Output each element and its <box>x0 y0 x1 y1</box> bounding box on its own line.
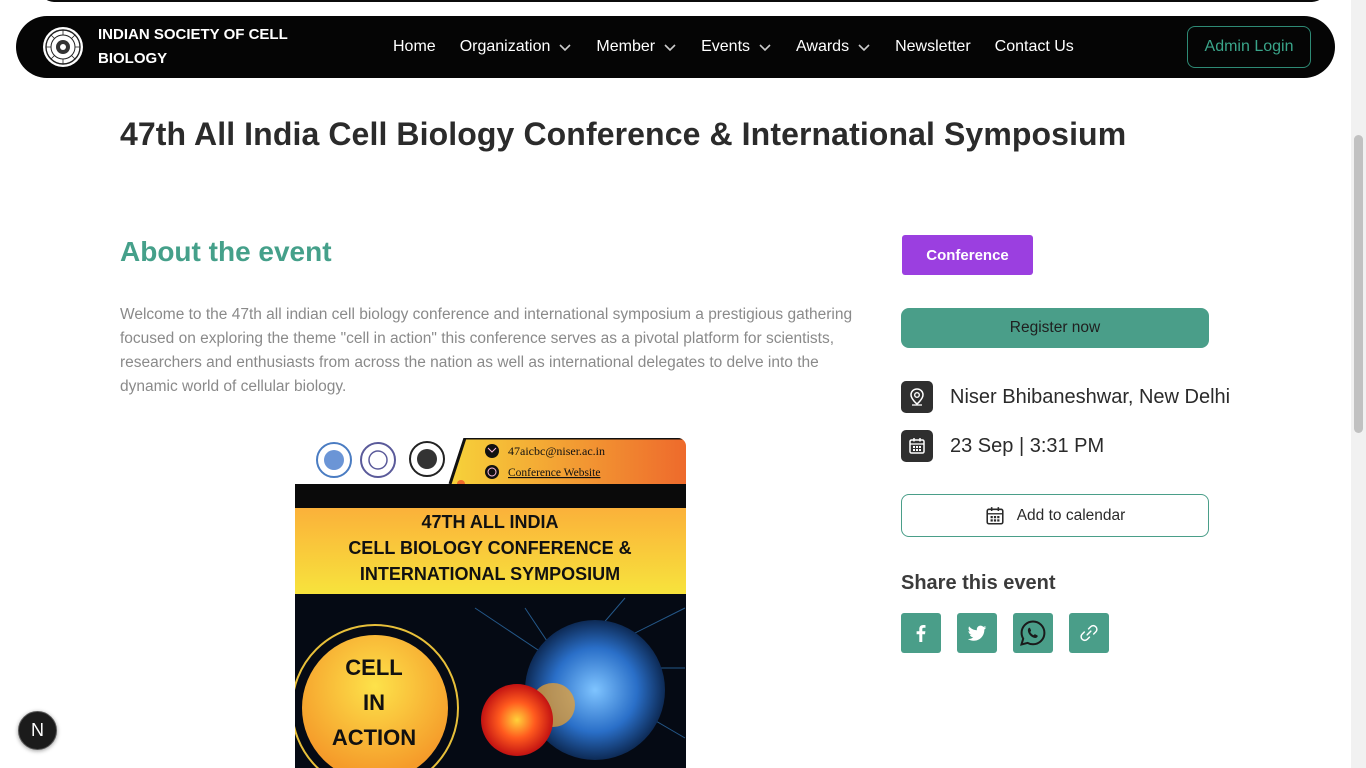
share-twitter-button[interactable] <box>957 613 997 653</box>
location-row: Niser Bhibaneshwar, New Delhi <box>901 381 1230 413</box>
poster-line1: 47TH ALL INDIA <box>421 512 558 532</box>
chevron-down-icon <box>759 44 771 52</box>
top-strip-decoration <box>40 0 1326 2</box>
main-nav: Home Organization Member Events Awards N… <box>393 16 1098 78</box>
datetime-row: 23 Sep | 3:31 PM <box>901 430 1104 462</box>
poster-website: Conference Website <box>508 467 600 479</box>
share-whatsapp-button[interactable] <box>1013 613 1053 653</box>
poster-theme-1: CELL <box>345 655 402 680</box>
event-description: Welcome to the 47th all indian cell biol… <box>120 306 853 395</box>
share-facebook-button[interactable] <box>901 613 941 653</box>
society-logo-icon <box>43 27 83 67</box>
nextjs-dev-badge[interactable]: N <box>18 711 57 750</box>
share-buttons <box>901 613 1125 653</box>
poster-theme-3: ACTION <box>332 725 416 750</box>
add-to-calendar-label: Add to calendar <box>1016 506 1126 524</box>
nav-home-label: Home <box>393 38 436 55</box>
event-poster: 47aicbc@niser.ac.in Conference Website 4… <box>295 438 686 768</box>
category-badge: Conference <box>902 235 1033 275</box>
chevron-down-icon <box>858 44 870 52</box>
link-icon <box>1080 624 1098 642</box>
share-heading: Share this event <box>901 572 1056 594</box>
chevron-down-icon <box>664 44 676 52</box>
poster-line3: INTERNATIONAL SYMPOSIUM <box>360 564 620 584</box>
nav-contact-us-label: Contact Us <box>994 38 1074 55</box>
nav-member[interactable]: Member <box>596 38 677 56</box>
event-location: Niser Bhibaneshwar, New Delhi <box>950 385 1231 408</box>
page-title: 47th All India Cell Biology Conference &… <box>120 116 1127 152</box>
nav-contact-us[interactable]: Contact Us <box>995 38 1074 56</box>
brand[interactable]: INDIAN SOCIETY OF CELL BIOLOGY <box>42 23 322 71</box>
calendar-icon <box>901 430 933 462</box>
nav-awards-label: Awards <box>796 38 850 55</box>
scrollbar-thumb[interactable] <box>1354 135 1363 433</box>
event-poster-graphic: 47aicbc@niser.ac.in Conference Website 4… <box>295 438 686 768</box>
nav-newsletter-label: Newsletter <box>895 38 971 55</box>
facebook-icon <box>916 625 926 642</box>
share-link-button[interactable] <box>1069 613 1109 653</box>
page-scrollbar[interactable] <box>1351 0 1366 768</box>
nav-organization[interactable]: Organization <box>460 38 573 56</box>
nav-newsletter[interactable]: Newsletter <box>895 38 971 56</box>
about-heading: About the event <box>120 236 332 267</box>
register-button[interactable]: Register now <box>901 308 1209 348</box>
nav-events-label: Events <box>701 38 751 55</box>
nav-organization-label: Organization <box>459 38 551 55</box>
nav-member-label: Member <box>596 38 656 55</box>
nav-awards[interactable]: Awards <box>796 38 871 56</box>
site-navbar: INDIAN SOCIETY OF CELL BIOLOGY Home Orga… <box>16 16 1335 78</box>
admin-login-button[interactable]: Admin Login <box>1187 26 1311 68</box>
poster-line2: CELL BIOLOGY CONFERENCE & <box>348 538 631 558</box>
add-to-calendar-button[interactable]: Add to calendar <box>901 494 1209 537</box>
poster-theme-2: IN <box>363 690 385 715</box>
poster-email: 47aicbc@niser.ac.in <box>508 444 605 458</box>
brand-name: INDIAN SOCIETY OF CELL BIOLOGY <box>98 26 288 67</box>
twitter-icon <box>967 625 987 641</box>
event-datetime: 23 Sep | 3:31 PM <box>950 434 1105 457</box>
nav-events[interactable]: Events <box>701 38 772 56</box>
calendar-icon <box>986 506 1004 525</box>
chevron-down-icon <box>559 44 571 52</box>
location-pin-icon <box>901 381 933 413</box>
nav-home[interactable]: Home <box>393 38 436 56</box>
whatsapp-icon <box>1020 620 1046 646</box>
